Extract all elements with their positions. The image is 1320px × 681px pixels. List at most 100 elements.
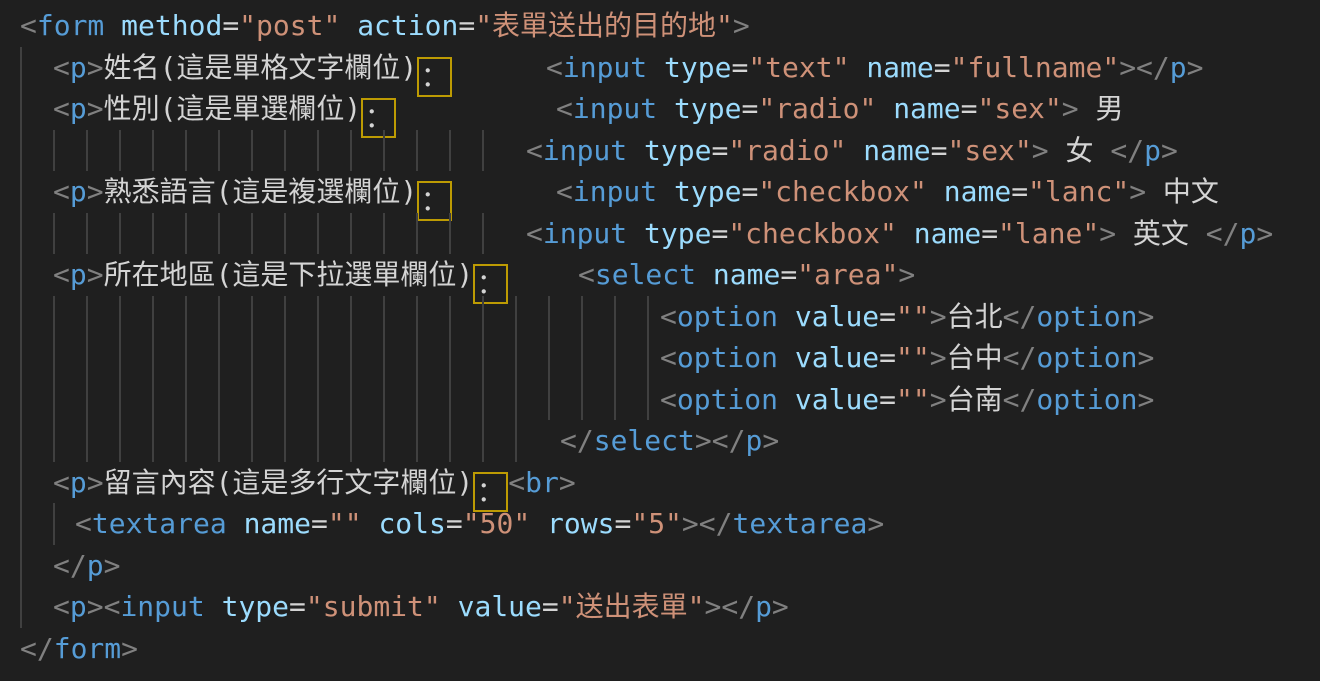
indent-guides (20, 130, 484, 172)
code-line[interactable]: <option value="">台中</option> (0, 337, 1320, 379)
code-line[interactable]: <p>所在地區(這是下拉選單欄位)：<select name="area"> (0, 254, 1320, 296)
code-token: 性別(這是單選欄位) (104, 92, 362, 125)
code-token: < (53, 590, 70, 623)
code-token: option (1036, 300, 1137, 333)
code-segment: <p><input type="submit" value="送出表單"></p… (53, 586, 789, 628)
code-segment: <select name="area"> (578, 254, 915, 296)
code-token: option (1036, 383, 1137, 416)
code-line[interactable]: <p>姓名(這是單格文字欄位)：<input type="text" name=… (0, 47, 1320, 89)
code-token: 台中 (947, 341, 1003, 374)
code-token (876, 92, 893, 125)
code-line[interactable]: <p>性別(這是單選欄位)：<input type="radio" name="… (0, 88, 1320, 130)
code-token: > (867, 507, 884, 540)
code-token: < (526, 217, 543, 250)
code-token (778, 383, 795, 416)
code-token: textarea (733, 507, 868, 540)
code-token: input (543, 217, 627, 250)
code-line[interactable]: <p><input type="submit" value="送出表單"></p… (0, 586, 1320, 628)
code-line[interactable]: <p>留言內容(這是多行文字欄位)：<br> (0, 462, 1320, 504)
code-token: > (772, 590, 789, 623)
code-line[interactable]: </form> (0, 628, 1320, 670)
code-token: 台北 (947, 300, 1003, 333)
code-token: < (53, 175, 70, 208)
code-token: = (311, 507, 328, 540)
code-token (530, 507, 547, 540)
code-token: option (677, 341, 778, 374)
code-token: value (458, 590, 542, 623)
code-token: > (762, 424, 779, 457)
code-segment: <input type="radio" name="sex"> 女 </p> (526, 130, 1178, 172)
code-token: textarea (92, 507, 227, 540)
code-token: 熟悉語言(這是複選欄位) (104, 175, 418, 208)
code-segment: </form> (20, 628, 138, 670)
code-token: > (87, 51, 104, 84)
code-token: "sex" (947, 134, 1031, 167)
code-token: input (573, 92, 657, 125)
code-token: p (70, 92, 87, 125)
code-token: </ (1003, 341, 1037, 374)
code-line[interactable]: <form method="post" action="表單送出的目的地"> (0, 5, 1320, 47)
code-token (627, 134, 644, 167)
code-token: > (930, 383, 947, 416)
code-token: = (446, 507, 463, 540)
code-token (657, 175, 674, 208)
code-token: < (556, 92, 573, 125)
indent-guides (20, 420, 517, 462)
code-token: "checkbox" (728, 217, 897, 250)
code-token: input (120, 590, 204, 623)
code-token: p (70, 466, 87, 499)
code-token: </ (1003, 300, 1037, 333)
code-line[interactable]: </select></p> (0, 420, 1320, 462)
code-token: "5" (631, 507, 682, 540)
code-token: </ (20, 632, 54, 665)
code-token: "" (896, 341, 930, 374)
code-line[interactable]: <option value="">台南</option> (0, 379, 1320, 421)
code-token: option (677, 383, 778, 416)
indent-guides (20, 171, 22, 213)
code-line[interactable]: <input type="radio" name="sex"> 女 </p> (0, 130, 1320, 172)
code-token: < (660, 341, 677, 374)
code-token: cols (378, 507, 445, 540)
code-token: < (104, 590, 121, 623)
code-line[interactable]: <p>熟悉語言(這是複選欄位)：<input type="checkbox" n… (0, 171, 1320, 213)
code-token (927, 175, 944, 208)
code-token: = (458, 9, 475, 42)
code-token (778, 341, 795, 374)
code-token: = (222, 9, 239, 42)
code-token: ></ (704, 590, 755, 623)
indent-guides (20, 296, 649, 338)
code-token: p (1240, 217, 1257, 250)
code-token (205, 590, 222, 623)
code-token: "" (896, 300, 930, 333)
code-token: </ (1206, 217, 1240, 250)
code-token: input (543, 134, 627, 167)
code-token: 台南 (947, 383, 1003, 416)
code-token (340, 9, 357, 42)
code-line[interactable]: <input type="checkbox" name="lane"> 英文 <… (0, 213, 1320, 255)
code-token: 所在地區(這是下拉選單欄位) (104, 258, 474, 291)
code-token: > (87, 466, 104, 499)
code-token: p (70, 51, 87, 84)
code-token: value (795, 300, 879, 333)
code-line[interactable]: <textarea name="" cols="50" rows="5"></t… (0, 503, 1320, 545)
code-token: </ (1003, 383, 1037, 416)
code-token: 英文 (1116, 217, 1206, 250)
code-line[interactable]: <option value="">台北</option> (0, 296, 1320, 338)
code-token: > (1161, 134, 1178, 167)
code-token: < (660, 300, 677, 333)
code-token: form (54, 632, 121, 665)
code-token: < (53, 258, 70, 291)
code-segment: <textarea name="" cols="50" rows="5"></t… (75, 503, 884, 545)
code-token: "radio" (728, 134, 846, 167)
code-token: < (526, 134, 543, 167)
code-line[interactable]: </p> (0, 545, 1320, 587)
code-token (897, 217, 914, 250)
code-token: name (713, 258, 780, 291)
code-token: > (1062, 92, 1079, 125)
code-token (778, 300, 795, 333)
code-token: > (1187, 51, 1204, 84)
code-token: = (711, 134, 728, 167)
code-token: type (674, 92, 741, 125)
code-token: 男 (1079, 92, 1124, 125)
code-editor[interactable]: <form method="post" action="表單送出的目的地"><p… (0, 0, 1320, 681)
